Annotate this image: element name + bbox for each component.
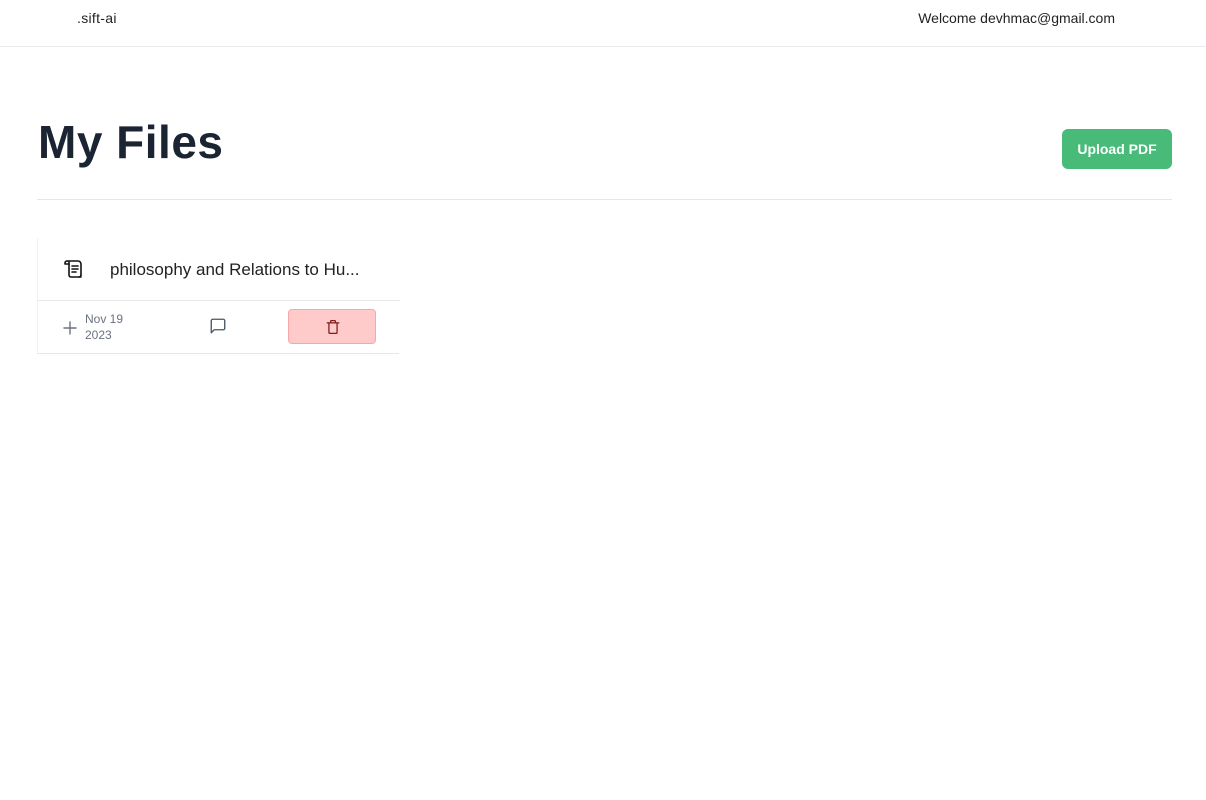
file-date-year: 2023	[85, 328, 112, 342]
file-name: philosophy and Relations to Hu...	[110, 260, 360, 279]
file-date-day: Nov 19	[85, 312, 124, 326]
message-square-icon[interactable]	[209, 317, 227, 335]
plus-icon	[63, 321, 77, 335]
page-title: My Files	[38, 116, 224, 168]
header-divider	[37, 199, 1172, 200]
scroll-icon	[62, 257, 86, 281]
brand-logo-link[interactable]: .sift-ai	[77, 10, 117, 26]
file-date: Nov 19 2023	[85, 311, 145, 343]
welcome-text: Welcome devhmac@gmail.com	[918, 10, 1115, 26]
upload-pdf-button[interactable]: Upload PDF	[1062, 129, 1172, 169]
trash-icon	[326, 319, 340, 335]
file-card-footer: Nov 19 2023	[38, 301, 400, 354]
file-card-header[interactable]: philosophy and Relations to Hu...	[38, 238, 400, 301]
delete-file-button[interactable]	[288, 309, 376, 344]
navbar: .sift-ai Welcome devhmac@gmail.com	[0, 0, 1206, 47]
file-card: philosophy and Relations to Hu... Nov 19…	[37, 238, 400, 354]
